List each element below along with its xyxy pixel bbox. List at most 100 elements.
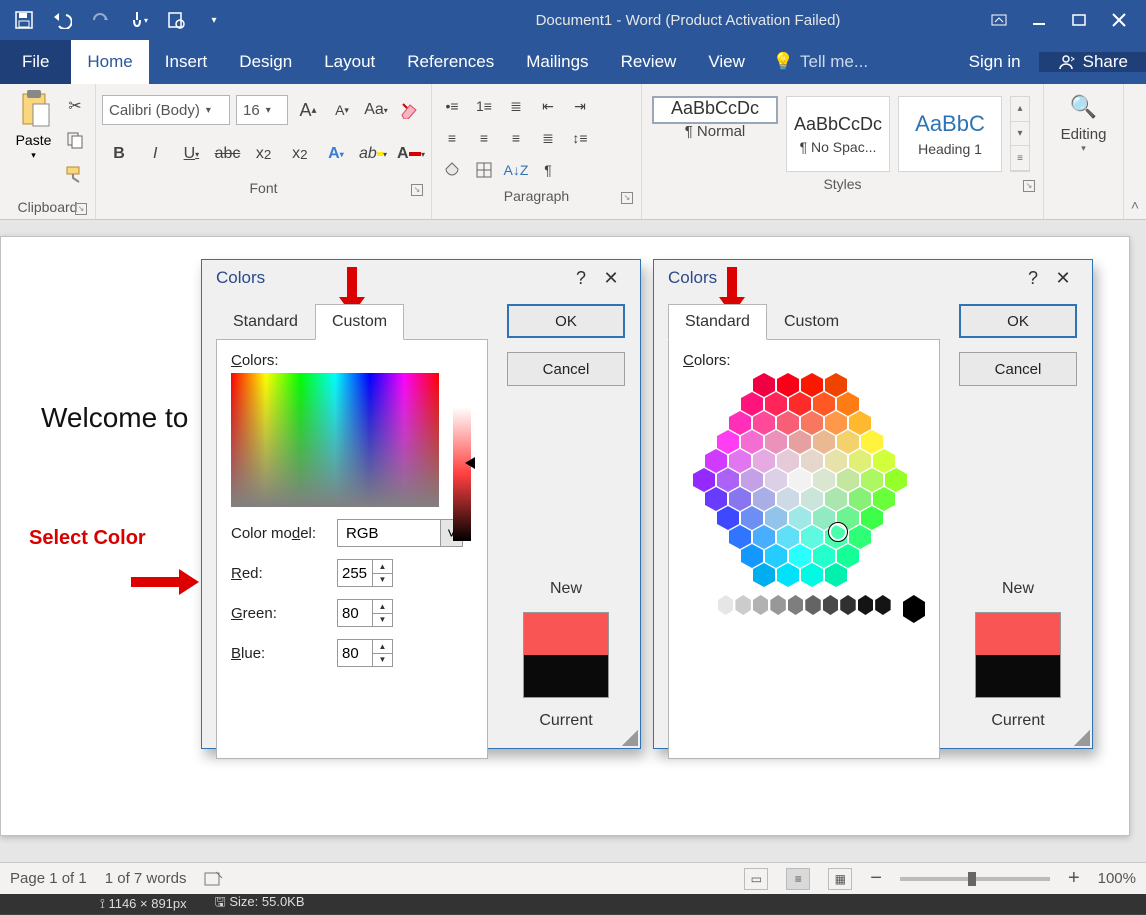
paragraph-launcher-icon[interactable]: ↘	[621, 192, 633, 204]
ribbon-options-icon[interactable]	[990, 11, 1008, 29]
tab-view[interactable]: View	[692, 40, 761, 84]
line-spacing-icon[interactable]: ↕≡	[566, 124, 594, 152]
find-icon[interactable]: 🔍	[1070, 94, 1097, 120]
green-spinner[interactable]: ▲▼	[337, 599, 393, 627]
tab-layout[interactable]: Layout	[308, 40, 391, 84]
cancel-button[interactable]: Cancel	[959, 352, 1077, 386]
ok-button[interactable]: OK	[507, 304, 625, 338]
collapse-ribbon-icon[interactable]: ˄	[1124, 84, 1146, 219]
tab-file[interactable]: File	[0, 40, 71, 84]
tab-design[interactable]: Design	[223, 40, 308, 84]
print-layout-icon[interactable]: ≡	[786, 868, 810, 890]
undo-icon[interactable]	[52, 10, 72, 30]
style-no-spacing[interactable]: AaBbCcDc¶ No Spac...	[786, 96, 890, 172]
text-effects-icon[interactable]: A▾	[323, 140, 349, 168]
align-right-icon[interactable]: ≡	[502, 124, 530, 152]
tab-mailings[interactable]: Mailings	[510, 40, 604, 84]
bold-icon[interactable]: B	[106, 140, 132, 168]
maximize-icon[interactable]	[1070, 11, 1088, 29]
superscript-icon[interactable]: x2	[287, 140, 313, 168]
redo-icon[interactable]	[90, 10, 110, 30]
dialog-close-icon[interactable]: ✕	[596, 268, 626, 289]
style-gallery-arrows[interactable]: ▴▾≡	[1010, 96, 1030, 172]
spellcheck-icon[interactable]	[204, 870, 224, 888]
resize-grip-icon[interactable]	[1074, 730, 1090, 746]
paste-button[interactable]: Paste ▾	[6, 88, 61, 195]
tab-references[interactable]: References	[391, 40, 510, 84]
tab-review[interactable]: Review	[605, 40, 693, 84]
color-model-select[interactable]: RGB˅	[337, 519, 463, 547]
dialog-help-icon[interactable]: ?	[566, 268, 596, 289]
color-spectrum[interactable]	[231, 373, 439, 507]
font-color-icon[interactable]: A▾	[397, 140, 425, 168]
tab-custom[interactable]: Custom	[767, 304, 856, 340]
font-launcher-icon[interactable]: ↘	[411, 184, 423, 196]
touch-mode-icon[interactable]: ▾	[128, 10, 148, 30]
strikethrough-icon[interactable]: abc	[214, 140, 240, 168]
tab-custom[interactable]: Custom	[315, 304, 404, 340]
dialog-close-icon[interactable]: ✕	[1048, 268, 1078, 289]
save-icon[interactable]	[14, 10, 34, 30]
tab-standard[interactable]: Standard	[668, 304, 767, 340]
web-layout-icon[interactable]: ▦	[828, 868, 852, 890]
sort-icon[interactable]: A↓Z	[502, 156, 530, 184]
minimize-icon[interactable]	[1030, 11, 1048, 29]
resize-grip-icon[interactable]	[622, 730, 638, 746]
grow-font-icon[interactable]: A▴	[294, 96, 322, 124]
subscript-icon[interactable]: x2	[251, 140, 277, 168]
multilevel-icon[interactable]: ≣	[502, 92, 530, 120]
zoom-slider[interactable]	[900, 877, 1050, 881]
style-normal[interactable]: AaBbCcDc¶ Normal	[652, 96, 778, 124]
sign-in-button[interactable]: Sign in	[951, 52, 1039, 72]
word-count[interactable]: 1 of 7 words	[105, 870, 187, 887]
zoom-in-button[interactable]: +	[1068, 867, 1080, 890]
format-painter-icon[interactable]	[61, 160, 89, 188]
font-size-combo[interactable]: 16▾	[236, 95, 288, 125]
tab-home[interactable]: Home	[71, 40, 148, 84]
ok-button[interactable]: OK	[959, 304, 1077, 338]
print-preview-icon[interactable]	[166, 10, 186, 30]
clear-formatting-icon[interactable]	[396, 96, 424, 124]
qat-customize-icon[interactable]: ▾	[204, 10, 224, 30]
luminance-caret-icon[interactable]	[465, 457, 475, 469]
tell-me-search[interactable]: 💡 Tell me...	[761, 40, 880, 84]
underline-icon[interactable]: U ▾	[178, 140, 204, 168]
increase-indent-icon[interactable]: ⇥	[566, 92, 594, 120]
green-input[interactable]	[338, 600, 372, 626]
align-center-icon[interactable]: ≡	[470, 124, 498, 152]
red-spinner[interactable]: ▲▼	[337, 559, 393, 587]
cancel-button[interactable]: Cancel	[507, 352, 625, 386]
decrease-indent-icon[interactable]: ⇤	[534, 92, 562, 120]
tab-standard[interactable]: Standard	[216, 304, 315, 340]
blue-spinner[interactable]: ▲▼	[337, 639, 393, 667]
cut-icon[interactable]: ✂	[61, 92, 89, 120]
show-marks-icon[interactable]: ¶	[534, 156, 562, 184]
zoom-level[interactable]: 100%	[1098, 870, 1136, 887]
zoom-out-button[interactable]: −	[870, 867, 882, 890]
standard-color-hexagon[interactable]	[679, 373, 921, 587]
italic-icon[interactable]: I	[142, 140, 168, 168]
copy-icon[interactable]	[61, 126, 89, 154]
align-left-icon[interactable]: ≡	[438, 124, 466, 152]
shading-icon[interactable]	[438, 156, 466, 184]
style-heading1[interactable]: AaBbCHeading 1	[898, 96, 1002, 172]
page-indicator[interactable]: Page 1 of 1	[10, 870, 87, 887]
font-name-combo[interactable]: Calibri (Body)▾	[102, 95, 230, 125]
highlight-icon[interactable]: ab▾	[359, 140, 387, 168]
tab-insert[interactable]: Insert	[149, 40, 224, 84]
clipboard-launcher-icon[interactable]: ↘	[75, 203, 87, 215]
change-case-icon[interactable]: Aa▾	[362, 96, 390, 124]
luminance-strip[interactable]	[453, 407, 471, 541]
numbering-icon[interactable]: 1≡	[470, 92, 498, 120]
share-button[interactable]: Share	[1039, 52, 1146, 72]
document-page[interactable]: Welcome to Select Color Colors ? ✕ Stand…	[0, 236, 1130, 836]
close-icon[interactable]	[1110, 11, 1128, 29]
shrink-font-icon[interactable]: A▾	[328, 96, 356, 124]
red-input[interactable]	[338, 560, 372, 586]
read-mode-icon[interactable]: ▭	[744, 868, 768, 890]
borders-icon[interactable]	[470, 156, 498, 184]
styles-launcher-icon[interactable]: ↘	[1023, 180, 1035, 192]
bullets-icon[interactable]: •≡	[438, 92, 466, 120]
dialog-help-icon[interactable]: ?	[1018, 268, 1048, 289]
grayscale-row[interactable]	[683, 595, 925, 623]
